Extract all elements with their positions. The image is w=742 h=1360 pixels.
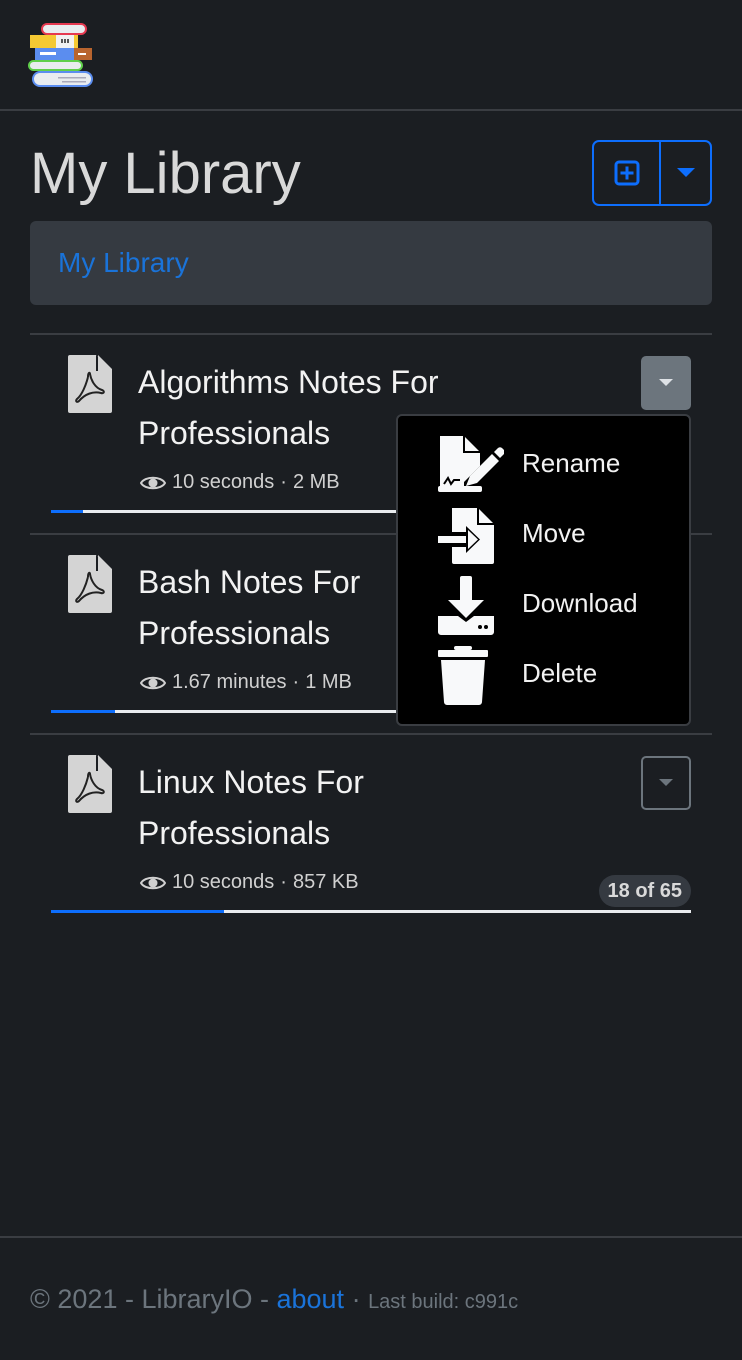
file-pdf-icon bbox=[68, 555, 112, 613]
file-meta: 10 seconds · 2 MB bbox=[140, 471, 340, 494]
caret-down-icon bbox=[659, 779, 673, 786]
books-stack-icon[interactable] bbox=[28, 22, 94, 88]
reading-progress-bar bbox=[51, 910, 691, 913]
menu-item-download[interactable]: Download bbox=[398, 574, 689, 644]
breadcrumb-item-my-library[interactable]: My Library bbox=[58, 247, 189, 279]
navbar bbox=[0, 0, 742, 111]
meta-separator: · bbox=[292, 671, 300, 693]
page-header: My Library bbox=[30, 140, 712, 206]
file-size: 857 KB bbox=[292, 871, 359, 893]
menu-item-label: Delete bbox=[522, 658, 598, 688]
caret-down-icon bbox=[676, 168, 695, 177]
trash-icon bbox=[438, 646, 488, 705]
file-size: 1 MB bbox=[305, 671, 352, 693]
file-pdf-icon bbox=[68, 755, 112, 813]
plus-square-icon bbox=[614, 160, 639, 186]
file-read-time: 10 seconds bbox=[172, 471, 275, 493]
menu-item-rename[interactable]: Rename bbox=[398, 434, 689, 504]
progress-fill bbox=[51, 510, 83, 513]
footer: © 2021 - LibraryIO - about · Last build:… bbox=[0, 1236, 742, 1360]
caret-down-icon bbox=[659, 379, 673, 386]
download-icon bbox=[438, 576, 494, 635]
footer-text: © 2021 - LibraryIO - about · Last build:… bbox=[30, 1284, 518, 1315]
copyright-text: © 2021 - LibraryIO - bbox=[30, 1284, 277, 1314]
menu-item-delete[interactable]: Delete bbox=[398, 644, 689, 714]
eye-icon bbox=[140, 476, 166, 489]
menu-item-label: Move bbox=[522, 518, 586, 548]
add-book-button[interactable] bbox=[594, 142, 661, 204]
file-pdf-icon bbox=[68, 355, 112, 413]
file-title[interactable]: Linux Notes For Professionals bbox=[138, 757, 498, 859]
footer-separator: · bbox=[344, 1284, 369, 1314]
file-read-time: 1.67 minutes bbox=[172, 671, 287, 693]
page-progress-badge: 18 of 65 bbox=[598, 875, 691, 907]
eye-icon bbox=[140, 876, 166, 889]
file-actions-dropdown: Rename Move Download Delete bbox=[396, 414, 691, 726]
file-meta: 1.67 minutes · 1 MB bbox=[140, 671, 352, 694]
library-actions-button-group bbox=[592, 140, 712, 206]
menu-item-label: Rename bbox=[522, 448, 621, 478]
progress-fill bbox=[51, 910, 224, 913]
file-menu-toggle[interactable] bbox=[641, 356, 691, 410]
file-size: 2 MB bbox=[292, 471, 340, 493]
menu-item-move[interactable]: Move bbox=[398, 504, 689, 574]
eye-icon bbox=[140, 676, 166, 689]
meta-separator: · bbox=[280, 871, 287, 893]
file-signature-icon bbox=[438, 436, 504, 492]
file-menu-toggle[interactable] bbox=[641, 756, 691, 810]
meta-separator: · bbox=[280, 471, 287, 493]
about-link[interactable]: about bbox=[276, 1284, 344, 1314]
file-meta: 10 seconds · 857 KB bbox=[140, 871, 359, 894]
breadcrumb: My Library bbox=[30, 221, 712, 305]
page-title: My Library bbox=[30, 141, 301, 206]
last-build-text: Last build: c991c bbox=[368, 1291, 519, 1313]
library-menu-toggle[interactable] bbox=[661, 142, 710, 204]
file-import-icon bbox=[438, 508, 494, 564]
file-read-time: 10 seconds bbox=[172, 871, 275, 893]
menu-item-label: Download bbox=[522, 588, 638, 618]
progress-fill bbox=[51, 710, 115, 713]
file-list-item[interactable]: Linux Notes For Professionals 10 seconds… bbox=[30, 733, 712, 933]
